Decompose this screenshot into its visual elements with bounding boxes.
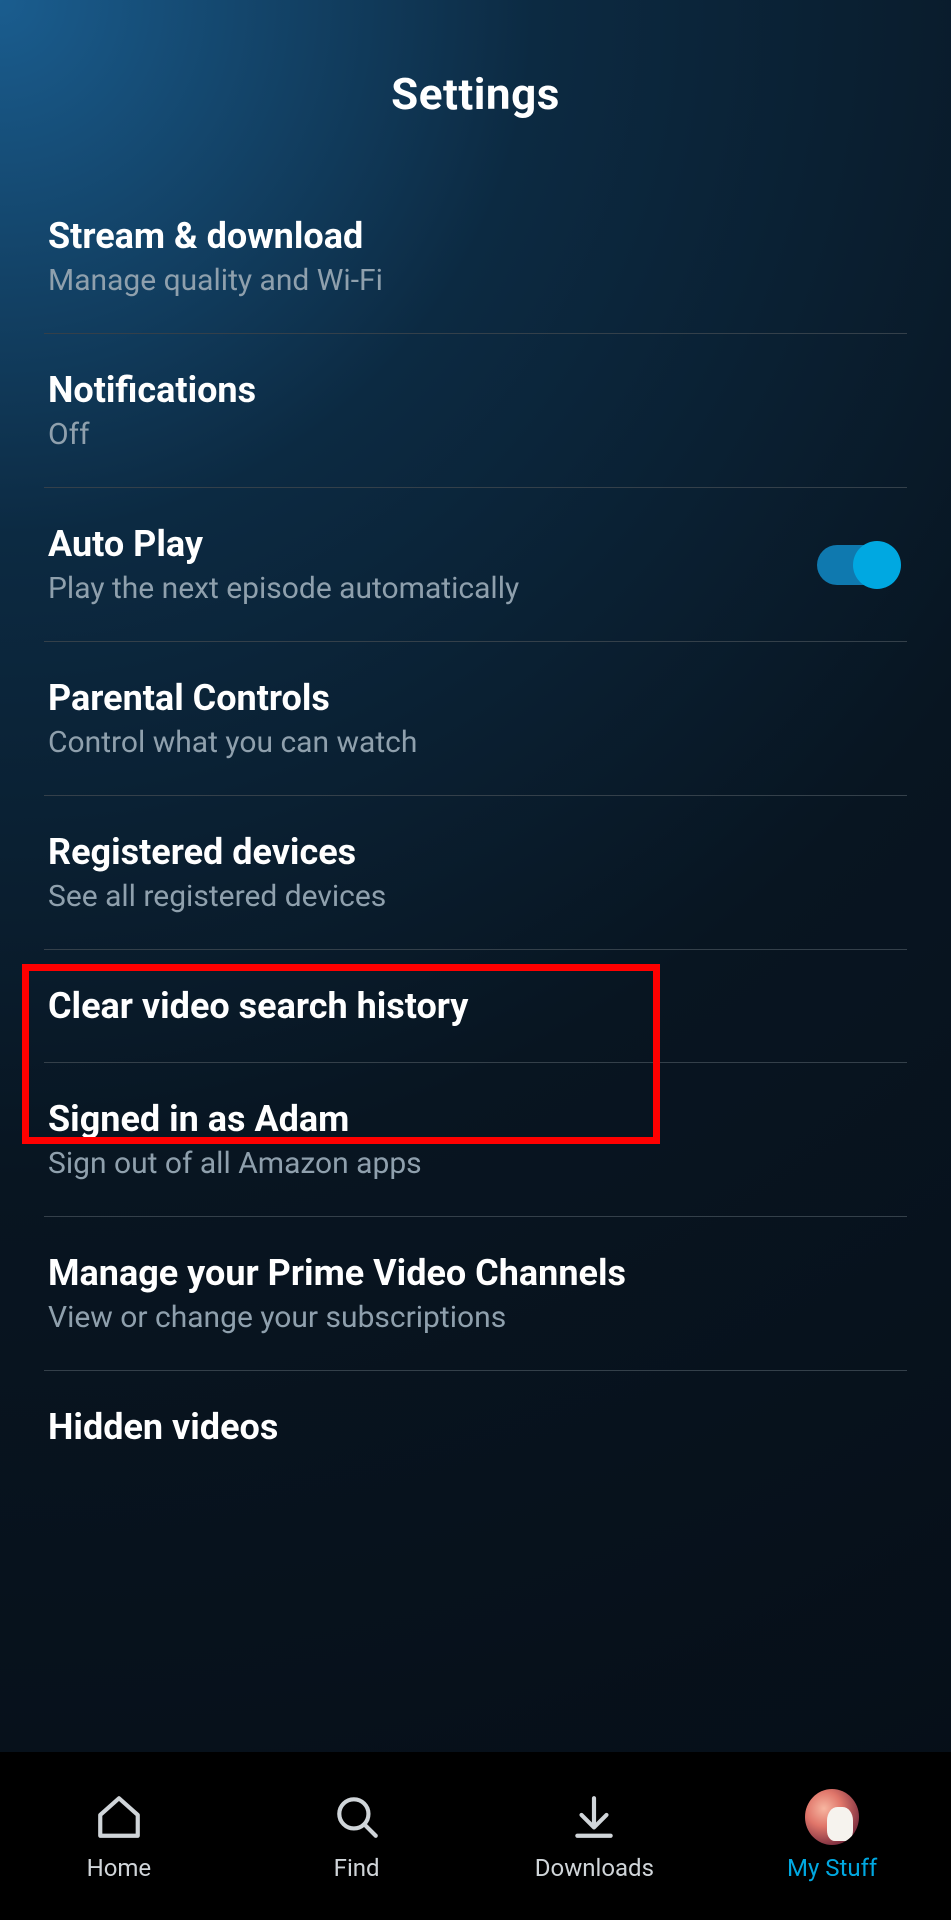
item-subtitle: Off bbox=[48, 417, 256, 452]
nav-label: My Stuff bbox=[787, 1854, 877, 1882]
item-subtitle: See all registered devices bbox=[48, 879, 386, 914]
nav-label: Home bbox=[87, 1854, 152, 1882]
auto-play-toggle[interactable] bbox=[817, 545, 897, 585]
page-title: Settings bbox=[0, 68, 951, 120]
nav-find[interactable]: Find bbox=[238, 1790, 476, 1882]
settings-item-clear-search-history[interactable]: Clear video search history bbox=[44, 950, 907, 1063]
item-title: Registered devices bbox=[48, 831, 386, 873]
item-title: Parental Controls bbox=[48, 677, 417, 719]
nav-home[interactable]: Home bbox=[0, 1790, 238, 1882]
settings-item-auto-play[interactable]: Auto Play Play the next episode automati… bbox=[44, 488, 907, 642]
settings-list: Stream & download Manage quality and Wi-… bbox=[0, 180, 951, 1752]
bottom-nav: Home Find Downloads My Stuff bbox=[0, 1752, 951, 1920]
nav-downloads[interactable]: Downloads bbox=[476, 1790, 714, 1882]
item-subtitle: Control what you can watch bbox=[48, 725, 417, 760]
avatar-icon bbox=[805, 1790, 859, 1844]
nav-my-stuff[interactable]: My Stuff bbox=[713, 1790, 951, 1882]
item-subtitle: Sign out of all Amazon apps bbox=[48, 1146, 422, 1181]
settings-item-hidden-videos[interactable]: Hidden videos bbox=[44, 1371, 907, 1448]
settings-item-notifications[interactable]: Notifications Off bbox=[44, 334, 907, 488]
download-icon bbox=[567, 1790, 621, 1844]
item-title: Clear video search history bbox=[48, 985, 468, 1027]
item-subtitle: Manage quality and Wi-Fi bbox=[48, 263, 383, 298]
home-icon bbox=[92, 1790, 146, 1844]
settings-item-parental-controls[interactable]: Parental Controls Control what you can w… bbox=[44, 642, 907, 796]
item-title: Notifications bbox=[48, 369, 256, 411]
header: Settings bbox=[0, 0, 951, 180]
settings-item-signed-in[interactable]: Signed in as Adam Sign out of all Amazon… bbox=[44, 1063, 907, 1217]
nav-label: Downloads bbox=[535, 1854, 654, 1882]
settings-item-registered-devices[interactable]: Registered devices See all registered de… bbox=[44, 796, 907, 950]
item-title: Hidden videos bbox=[48, 1406, 278, 1448]
item-title: Auto Play bbox=[48, 523, 519, 565]
item-title: Manage your Prime Video Channels bbox=[48, 1252, 626, 1294]
settings-item-stream-download[interactable]: Stream & download Manage quality and Wi-… bbox=[44, 180, 907, 334]
item-title: Stream & download bbox=[48, 215, 383, 257]
item-title: Signed in as Adam bbox=[48, 1098, 422, 1140]
settings-item-manage-channels[interactable]: Manage your Prime Video Channels View or… bbox=[44, 1217, 907, 1371]
toggle-knob bbox=[853, 541, 901, 589]
nav-label: Find bbox=[334, 1854, 380, 1882]
item-subtitle: View or change your subscriptions bbox=[48, 1300, 626, 1335]
item-subtitle: Play the next episode automatically bbox=[48, 571, 519, 606]
search-icon bbox=[330, 1790, 384, 1844]
